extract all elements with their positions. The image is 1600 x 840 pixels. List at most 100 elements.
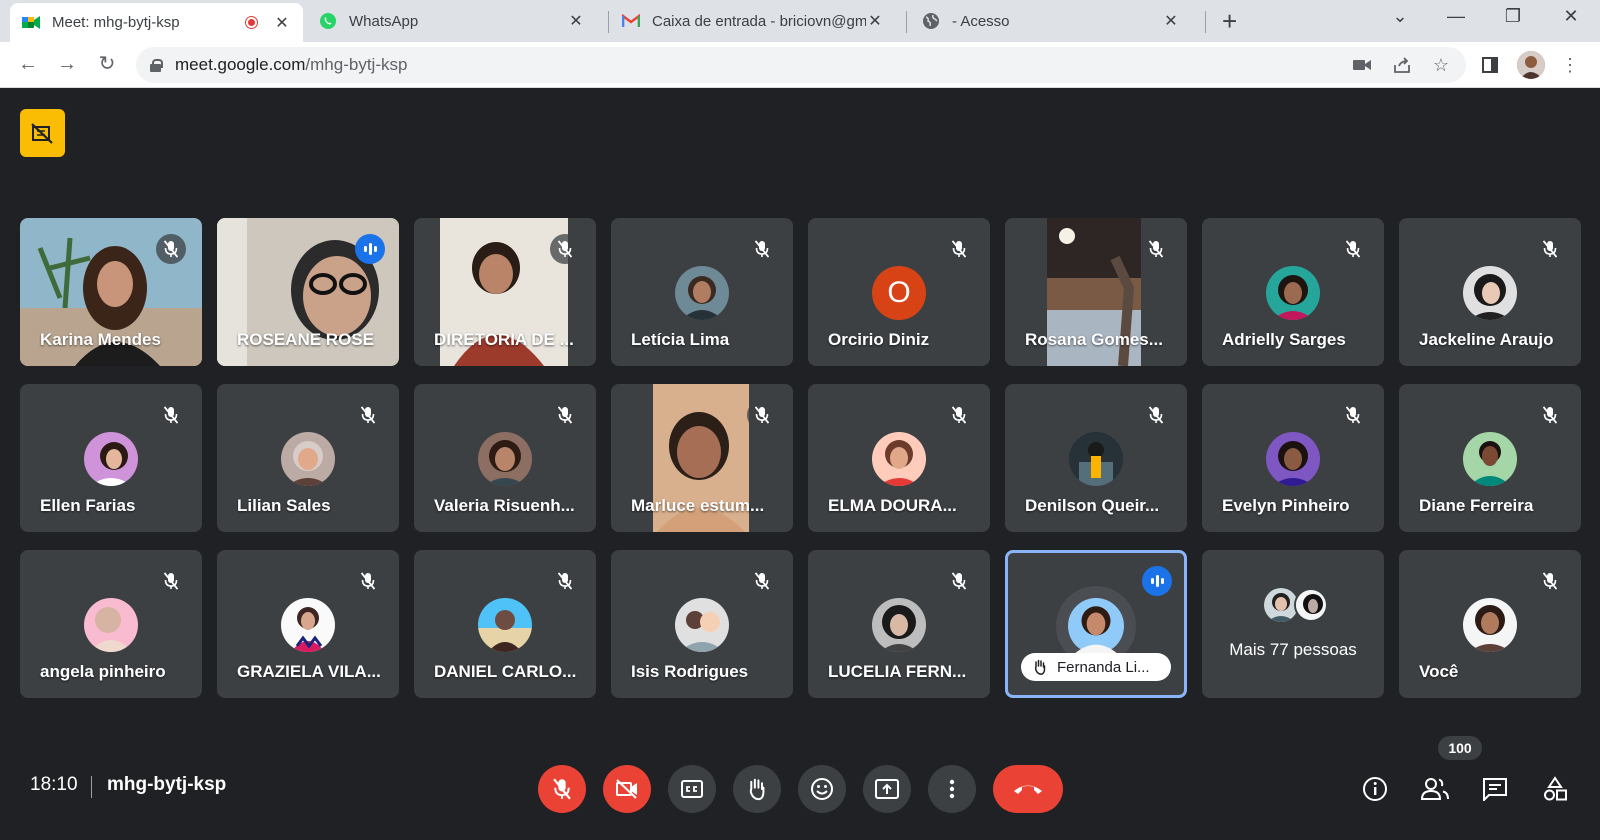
- raised-hand-chip: Fernanda Li...: [1021, 653, 1171, 681]
- participant-tile[interactable]: Karina Mendes: [20, 218, 202, 366]
- participant-tile[interactable]: O Orcirio Diniz: [808, 218, 990, 366]
- url-path: /mhg-bytj-ksp: [305, 55, 408, 74]
- camera-in-use-icon[interactable]: [1350, 53, 1374, 77]
- tab-separator: [608, 11, 609, 33]
- participant-avatar: [281, 598, 335, 652]
- chat-button[interactable]: [1480, 774, 1510, 804]
- participant-avatar: [1266, 432, 1320, 486]
- participant-tile[interactable]: Lilian Sales: [217, 384, 399, 532]
- participant-tile[interactable]: Letícia Lima: [611, 218, 793, 366]
- reactions-button[interactable]: [798, 765, 846, 813]
- participant-name: Isis Rodrigues: [631, 662, 749, 681]
- share-icon[interactable]: [1390, 53, 1414, 77]
- participant-tile[interactable]: DANIEL CARLO...: [414, 550, 596, 698]
- tab-whatsapp[interactable]: WhatsApp ✕: [307, 0, 597, 42]
- participant-avatar: [1463, 598, 1517, 652]
- participant-avatar: [1264, 588, 1298, 622]
- muted-mic-icon: [156, 234, 186, 264]
- tab-meet[interactable]: Meet: mhg-bytj-ksp ✕: [10, 3, 303, 42]
- side-panel-icon[interactable]: [1478, 53, 1502, 77]
- close-icon[interactable]: ✕: [567, 11, 585, 31]
- participant-tile[interactable]: Denilson Queir...: [1005, 384, 1187, 532]
- muted-mic-icon: [944, 566, 974, 596]
- leave-call-button[interactable]: [993, 765, 1063, 813]
- meeting-clock: 18:10: [30, 774, 78, 795]
- more-participants-tile[interactable]: Mais 77 pessoas: [1202, 550, 1384, 698]
- muted-mic-icon: [1141, 234, 1171, 264]
- raise-hand-button[interactable]: [733, 765, 781, 813]
- participant-avatar: [872, 598, 926, 652]
- close-icon[interactable]: ✕: [1162, 11, 1180, 31]
- participant-tile[interactable]: angela pinheiro: [20, 550, 202, 698]
- participant-avatar: [281, 432, 335, 486]
- tab-title: WhatsApp: [349, 12, 419, 30]
- participant-tile-active-speaker[interactable]: Fernanda Li...: [1005, 550, 1187, 698]
- browser-toolbar: ← → ↻ meet.google.com/mhg-bytj-ksp ☆ ⋮: [0, 42, 1600, 88]
- profile-avatar[interactable]: [1517, 51, 1545, 79]
- participant-tile[interactable]: LUCELIA FERN...: [808, 550, 990, 698]
- muted-mic-icon: [1535, 566, 1565, 596]
- participant-tile[interactable]: Diane Ferreira: [1399, 384, 1581, 532]
- participant-name: Diane Ferreira: [1419, 496, 1534, 515]
- close-icon[interactable]: ✕: [866, 11, 884, 31]
- self-tile[interactable]: Você: [1399, 550, 1581, 698]
- participant-tile[interactable]: Adrielly Sarges: [1202, 218, 1384, 366]
- muted-mic-icon: [1535, 234, 1565, 264]
- bookmark-star-icon[interactable]: ☆: [1429, 53, 1453, 77]
- participant-tile[interactable]: GRAZIELA VILA...: [217, 550, 399, 698]
- participant-name: Valeria Risuenh...: [434, 496, 575, 515]
- participant-tile[interactable]: Valeria Risuenh...: [414, 384, 596, 532]
- participant-tile[interactable]: Evelyn Pinheiro: [1202, 384, 1384, 532]
- participant-name: ROSEANE ROSE: [237, 330, 374, 349]
- minimize-icon[interactable]: —: [1441, 6, 1471, 27]
- forward-icon[interactable]: →: [53, 50, 81, 78]
- tab-acesso[interactable]: - Acesso ✕: [910, 0, 1192, 42]
- participant-name: Lilian Sales: [237, 496, 331, 515]
- address-bar[interactable]: meet.google.com/mhg-bytj-ksp: [136, 47, 1466, 83]
- meeting-details-button[interactable]: [1360, 774, 1390, 804]
- participant-tile[interactable]: Marluce estum...: [611, 384, 793, 532]
- menu-dots-icon[interactable]: ⋮: [1558, 53, 1582, 77]
- camera-off-warning-icon[interactable]: [20, 109, 65, 157]
- participant-name: angela pinheiro: [40, 662, 166, 681]
- back-icon[interactable]: ←: [14, 50, 42, 78]
- reload-icon[interactable]: ↻: [93, 50, 121, 78]
- participant-tile[interactable]: DIRETORIA DE ...: [414, 218, 596, 366]
- mic-toggle-button[interactable]: [538, 765, 586, 813]
- participant-tile[interactable]: Isis Rodrigues: [611, 550, 793, 698]
- recording-icon: [246, 17, 257, 28]
- tab-gmail[interactable]: Caixa de entrada - briciovn@gma ✕: [610, 0, 896, 42]
- participant-tile[interactable]: ROSEANE ROSE: [217, 218, 399, 366]
- muted-mic-icon: [747, 400, 777, 430]
- more-participants-label: Mais 77 pessoas: [1229, 640, 1357, 659]
- globe-icon: [922, 12, 940, 30]
- participant-tile[interactable]: Ellen Farias: [20, 384, 202, 532]
- present-screen-button[interactable]: [863, 765, 911, 813]
- captions-button[interactable]: [668, 765, 716, 813]
- participant-name: Orcirio Diniz: [828, 330, 930, 349]
- hand-icon: [749, 778, 765, 801]
- people-icon: [1420, 778, 1449, 800]
- participant-name: DIRETORIA DE ...: [434, 330, 574, 349]
- camera-toggle-button[interactable]: [603, 765, 651, 813]
- participant-name: Letícia Lima: [631, 330, 730, 349]
- muted-mic-icon: [550, 400, 580, 430]
- muted-mic-icon: [1338, 400, 1368, 430]
- participant-avatar: [478, 432, 532, 486]
- activities-button[interactable]: [1540, 774, 1570, 804]
- close-icon[interactable]: ✕: [273, 13, 291, 33]
- people-button[interactable]: [1420, 774, 1450, 804]
- present-icon: [875, 779, 899, 799]
- participant-tile[interactable]: Rosana Gomes...: [1005, 218, 1187, 366]
- participant-name: Evelyn Pinheiro: [1222, 496, 1350, 515]
- tab-search-icon[interactable]: ⌄: [1385, 6, 1415, 27]
- mic-off-icon: [553, 778, 571, 800]
- new-tab-button[interactable]: +: [1222, 8, 1237, 34]
- participant-avatar: [1294, 588, 1328, 622]
- participant-tile[interactable]: Jackeline Araujo: [1399, 218, 1581, 366]
- restore-icon[interactable]: ❐: [1498, 6, 1528, 27]
- participant-tile[interactable]: ELMA DOURA...: [808, 384, 990, 532]
- participant-avatar: [1463, 266, 1517, 320]
- window-close-icon[interactable]: ✕: [1556, 6, 1586, 27]
- more-options-button[interactable]: [928, 765, 976, 813]
